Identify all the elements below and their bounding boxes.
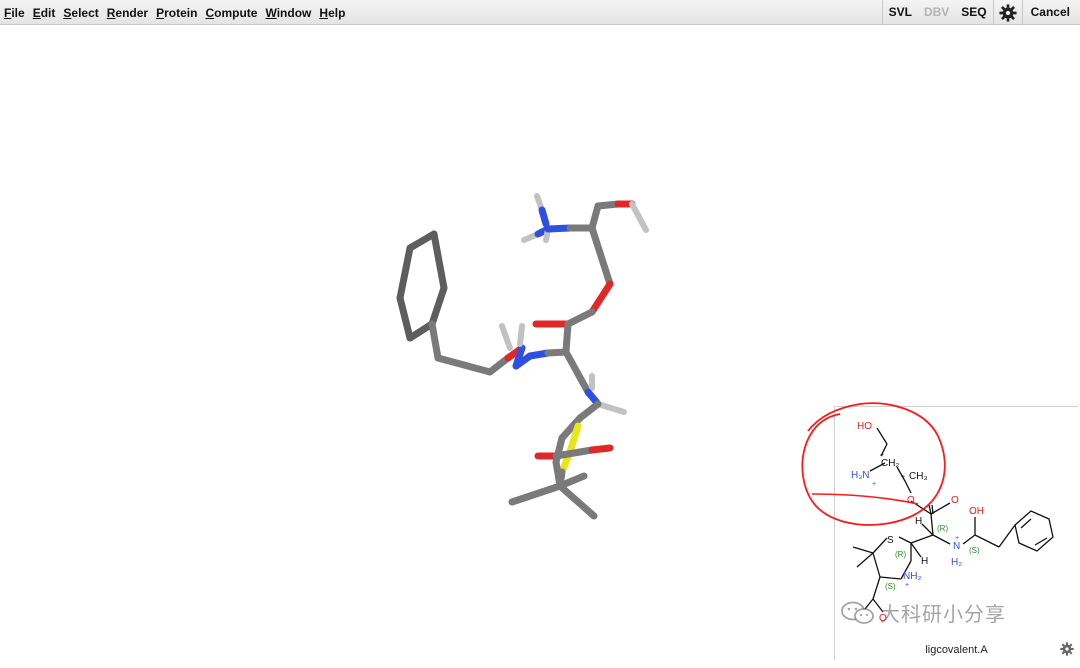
charge-plus: + xyxy=(880,452,884,459)
atom-ch2: CH₂ xyxy=(881,458,899,469)
toolbar-right: SVL DBV SEQ Cancel xyxy=(881,0,1080,25)
atom-o-carbonyl: O xyxy=(951,495,959,506)
atom-ho: HO xyxy=(857,421,872,432)
atom-n-chain-h2: H₂ xyxy=(951,557,962,568)
charge-plus: + xyxy=(955,535,959,542)
atom-o-link: O xyxy=(907,495,915,506)
ligand-name-label: ligcovalent.A xyxy=(925,644,988,656)
menu-render[interactable]: Render xyxy=(107,6,148,20)
watermark-text: 大科研小分享 xyxy=(880,602,1006,626)
atom-ch3: CH₃ xyxy=(909,471,928,482)
main-menu: File Edit Select Render Protein Compute Window… xyxy=(4,0,345,25)
dbv-button[interactable]: DBV xyxy=(918,0,955,25)
atom-h: H xyxy=(921,556,928,567)
menu-window[interactable]: Window xyxy=(265,6,311,20)
menu-select[interactable]: Select xyxy=(63,6,98,20)
charge-plus: + xyxy=(905,582,909,589)
atom-h: H xyxy=(915,516,922,527)
gear-icon xyxy=(999,3,1017,22)
stereo-label: (R) xyxy=(937,524,948,533)
gear-icon[interactable] xyxy=(1060,642,1074,656)
atom-nh2-ring: NH₂ xyxy=(903,571,921,582)
menu-bar: File Edit Select Render Protein Compute Window… xyxy=(0,0,1080,25)
svl-button[interactable]: SVL xyxy=(883,0,918,25)
ligand-3d-bonds xyxy=(396,193,649,520)
settings-button[interactable] xyxy=(994,0,1022,25)
menu-protein[interactable]: Protein xyxy=(156,6,197,20)
menu-file[interactable]: File xyxy=(4,6,25,20)
charge-plus: + xyxy=(901,474,905,481)
menu-edit[interactable]: Edit xyxy=(33,6,56,20)
menu-help[interactable]: Help xyxy=(319,6,345,20)
atom-n-chain: N xyxy=(953,541,960,552)
stereo-label: (R) xyxy=(895,550,906,559)
seq-button[interactable]: SEQ xyxy=(955,0,992,25)
molecule-3d-viewer[interactable]: .c { stroke: #7a7a7a; stroke-width: 7; s… xyxy=(0,26,1080,663)
atom-h3n: H₃N xyxy=(851,470,870,481)
cancel-button[interactable]: Cancel xyxy=(1023,0,1080,25)
atom-oh: OH xyxy=(969,506,984,517)
watermark: 大科研小分享 xyxy=(840,598,1006,627)
wechat-icon xyxy=(841,601,874,624)
charge-plus: + xyxy=(872,481,876,488)
atom-s: S xyxy=(887,535,894,546)
stereo-label: (S) xyxy=(969,546,980,555)
stereo-label: (S) xyxy=(885,582,896,591)
menu-compute[interactable]: Compute xyxy=(205,6,257,20)
